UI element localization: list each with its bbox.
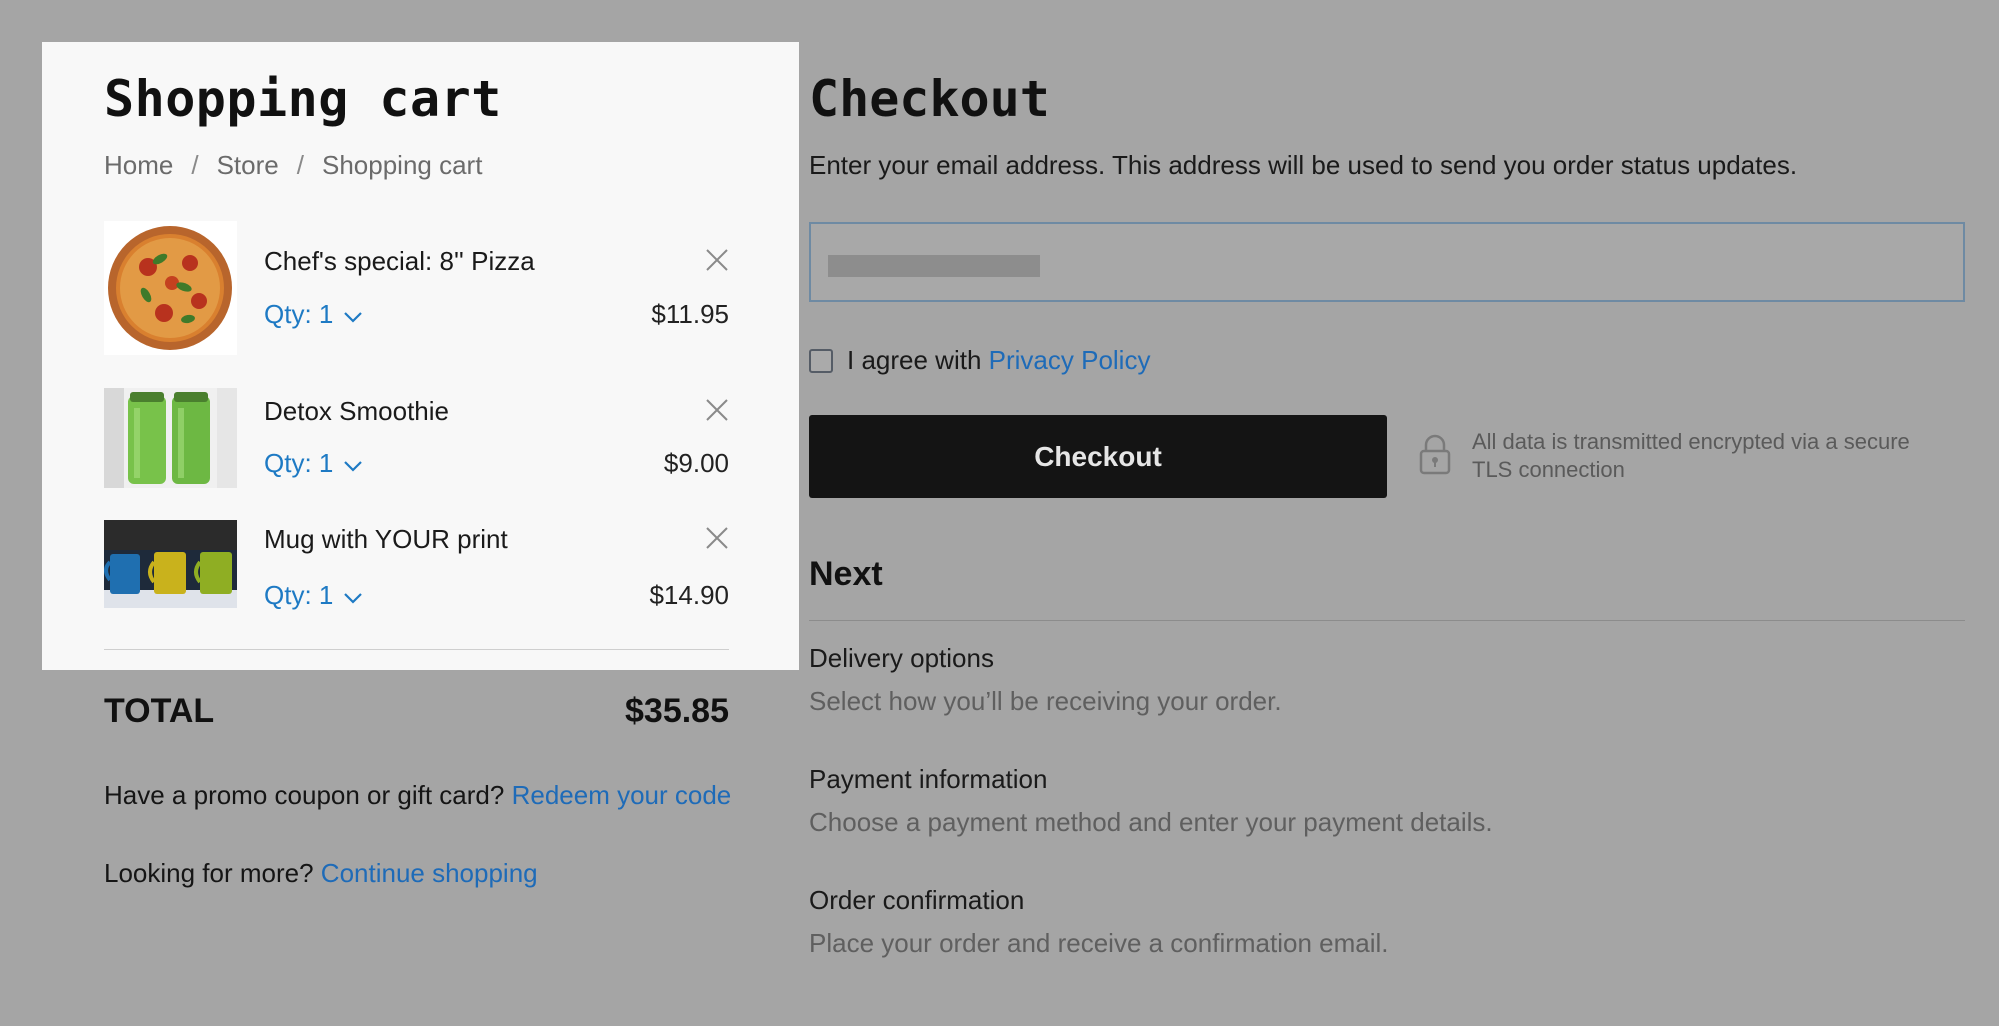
redeem-code-link[interactable]: Redeem your code: [512, 780, 732, 810]
step-title: Delivery options: [809, 643, 994, 673]
total-value: $35.85: [625, 692, 729, 730]
chevron-down-icon: [343, 448, 363, 479]
privacy-policy-link[interactable]: Privacy Policy: [989, 345, 1151, 375]
promo-text: Have a promo coupon or gift card?: [104, 780, 505, 810]
smoothie-image: [104, 388, 237, 488]
item-name: Detox Smoothie: [264, 396, 449, 426]
continue-shopping-link[interactable]: Continue shopping: [321, 858, 538, 888]
agree-text: I agree with: [847, 345, 982, 375]
cart-item: Mug with YOUR print Qty: 1 $14.90: [104, 520, 729, 611]
next-divider: [809, 620, 1965, 621]
qty-label: Qty: 1: [264, 448, 334, 478]
cart-item: Chef's special: 8'' Pizza Qty: 1 $11.95: [104, 221, 729, 355]
checkout-description: Enter your email address. This address w…: [809, 150, 1798, 180]
chevron-down-icon: [343, 299, 363, 330]
breadcrumb-home[interactable]: Home: [104, 150, 173, 181]
qty-dropdown[interactable]: Qty: 1: [264, 299, 363, 330]
redacted-email: [828, 255, 1040, 277]
qty-label: Qty: 1: [264, 580, 334, 610]
secure-text: All data is transmitted encrypted via a …: [1472, 429, 1910, 482]
continue-row: Looking for more? Continue shopping: [104, 858, 538, 889]
item-name: Chef's special: 8'' Pizza: [264, 246, 535, 276]
step-description: Place your order and receive a confirmat…: [809, 928, 1389, 958]
privacy-agree-row: I agree with Privacy Policy: [809, 345, 1150, 376]
qty-dropdown[interactable]: Qty: 1: [264, 580, 363, 611]
cart-title: Shopping cart: [104, 70, 502, 128]
qty-dropdown[interactable]: Qty: 1: [264, 448, 363, 479]
promo-row: Have a promo coupon or gift card? Redeem…: [104, 780, 731, 811]
item-price: $11.95: [651, 299, 729, 329]
pizza-image: [104, 221, 237, 355]
step-title: Order confirmation: [809, 885, 1025, 915]
remove-item-icon[interactable]: [705, 526, 729, 550]
step-delivery: Delivery options Select how you’ll be re…: [809, 643, 1282, 717]
remove-item-icon[interactable]: [705, 248, 729, 272]
breadcrumb-current: Shopping cart: [321, 150, 483, 180]
item-price: $9.00: [663, 448, 729, 478]
more-text: Looking for more?: [104, 858, 314, 888]
remove-item-icon[interactable]: [705, 398, 729, 422]
breadcrumb: Home / Store / Shopping cart: [104, 150, 482, 181]
step-description: Choose a payment method and enter your p…: [809, 807, 1493, 837]
step-title: Payment information: [809, 764, 1048, 794]
step-description: Select how you’ll be receiving your orde…: [809, 686, 1282, 716]
step-payment: Payment information Choose a payment met…: [809, 764, 1493, 838]
lock-icon: [1418, 433, 1452, 480]
qty-label: Qty: 1: [264, 299, 334, 329]
next-title: Next: [809, 555, 883, 593]
chevron-down-icon: [343, 580, 363, 611]
breadcrumb-separator: /: [296, 150, 304, 180]
breadcrumb-separator: /: [191, 150, 199, 180]
mugs-image: [104, 520, 237, 608]
step-confirmation: Order confirmation Place your order and …: [809, 885, 1389, 959]
item-name: Mug with YOUR print: [264, 524, 508, 554]
checkout-title: Checkout: [809, 70, 1050, 128]
cart-item: Detox Smoothie Qty: 1 $9.00: [104, 388, 729, 488]
total-label: TOTAL: [104, 692, 215, 730]
secure-notice: All data is transmitted encrypted via a …: [1418, 428, 1938, 484]
breadcrumb-store[interactable]: Store: [217, 150, 279, 181]
cart-divider: [104, 649, 729, 650]
checkout-button[interactable]: Checkout: [809, 415, 1387, 498]
privacy-checkbox[interactable]: [809, 348, 833, 373]
item-price: $14.90: [649, 580, 729, 610]
